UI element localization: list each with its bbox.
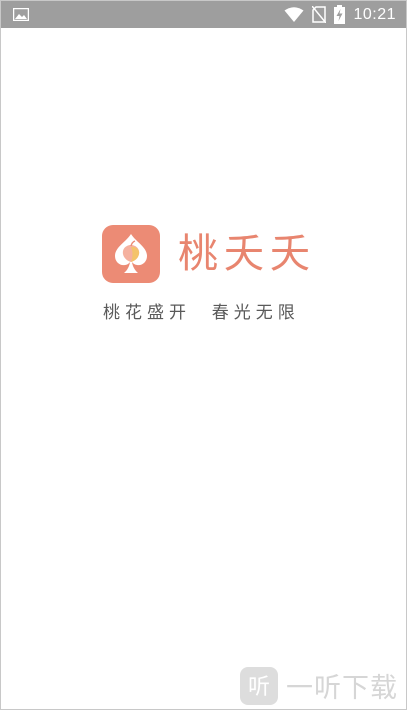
peach-spade-icon [102, 225, 160, 283]
wifi-icon [284, 6, 304, 22]
watermark-logo-icon: 听 [240, 666, 278, 705]
no-sim-icon [312, 6, 327, 23]
watermark-text: 一听下载 [286, 673, 398, 704]
slogan: 桃花盛开 春光无限 [103, 303, 300, 323]
battery-charging-icon [334, 5, 346, 24]
image-notification-icon [13, 8, 29, 21]
watermark: 听 一听下载 [240, 666, 398, 705]
status-bar: 10:21 [1, 1, 406, 28]
app-name: 桃夭夭 [178, 231, 316, 277]
status-time: 10:21 [353, 5, 396, 23]
app-window: 10:21 桃夭夭 桃花盛开 春光无限 听 一听下载 [0, 0, 407, 710]
splash-logo: 桃夭夭 [102, 225, 316, 283]
watermark-logo-text: 听 [248, 675, 270, 700]
